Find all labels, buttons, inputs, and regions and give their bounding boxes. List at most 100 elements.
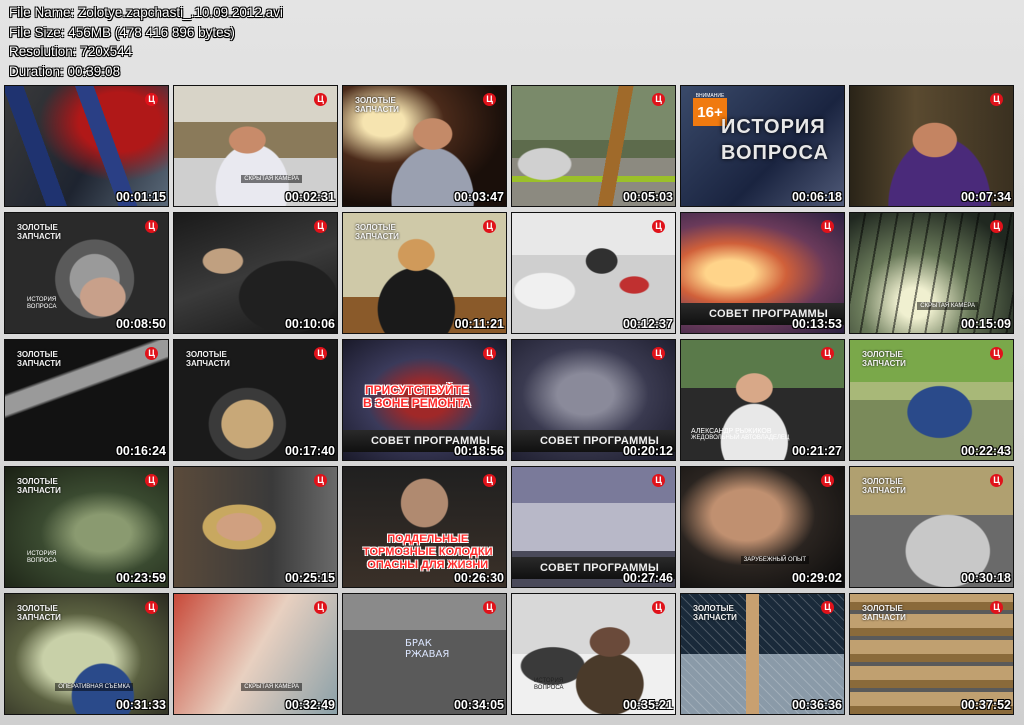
thumbnail[interactable]: Ц ЗОЛОТЫЕ ЗАПЧАСТИ 00:22:43 [849, 339, 1014, 461]
thumbnail[interactable]: Ц ЗОЛОТЫЕ ЗАПЧАСТИ 00:30:18 [849, 466, 1014, 588]
file-info: File Name: Zolotye.zapchasti_.10.09.2012… [9, 3, 283, 81]
timestamp: 00:37:52 [960, 698, 1011, 712]
thumbnail[interactable]: Ц ЗОЛОТЫЕ ЗАПЧАСТИ 00:17:40 [173, 339, 338, 461]
show-logo: ЗОЛОТЫЕ ЗАПЧАСТИ [862, 477, 906, 495]
duration: Duration: 00:39:08 [9, 63, 121, 79]
thumbnail-grid: Ц 00:01:15 Ц СКРЫТАЯ КАМЕРА 00:02:31 Ц З… [4, 85, 1014, 715]
thumbnail[interactable]: Ц 00:25:15 [173, 466, 338, 588]
thumbnail[interactable]: Ц СОВЕТ ПРОГРАММЫ 00:27:46 [511, 466, 676, 588]
thumbnail[interactable]: Ц 00:05:03 [511, 85, 676, 207]
thumbnail[interactable]: Ц СОВЕТ ПРОГРАММЫ 00:20:12 [511, 339, 676, 461]
hidden-camera-caption: СКРЫТАЯ КАМЕРА [917, 302, 978, 310]
show-logo: ЗОЛОТЫЕ ЗАПЧАСТИ [355, 96, 399, 114]
channel-logo-icon: Ц [145, 93, 158, 106]
channel-logo-icon: Ц [483, 220, 496, 233]
thumbnail[interactable]: Ц ЗОЛОТЫЕ ЗАПЧАСТИ 00:03:47 [342, 85, 507, 207]
thumbnail[interactable]: Ц 00:07:34 [849, 85, 1014, 207]
show-logo: ЗОЛОТЫЕ ЗАПЧАСТИ [693, 604, 737, 622]
channel-logo-icon: Ц [483, 93, 496, 106]
show-logo: ЗОЛОТЫЕ ЗАПЧАСТИ [862, 604, 906, 622]
person-role: ЖЕДОВОЛЬНЫЙ АВТОВЛАДЕЛЕЦ [691, 435, 790, 441]
thumbnail[interactable]: Ц 00:01:15 [4, 85, 169, 207]
channel-logo-icon: Ц [652, 220, 665, 233]
timestamp: 00:03:47 [453, 190, 504, 204]
history-title: ИСТОРИЯ ВОПРОСА [721, 116, 829, 164]
channel-logo-icon: Ц [314, 220, 327, 233]
show-logo: ЗОЛОТЫЕ ЗАПЧАСТИ [862, 350, 906, 368]
history-caption: ИСТОРИЯ ВОПРОСА [534, 678, 564, 691]
show-logo: ЗОЛОТЫЕ ЗАПЧАСТИ [355, 223, 399, 241]
channel-logo-icon: Ц [314, 347, 327, 360]
history-caption: ИСТОРИЯ ВОПРОСА [27, 297, 57, 310]
timestamp: 00:26:30 [453, 571, 504, 585]
show-logo: ЗОЛОТЫЕ ЗАПЧАСТИ [17, 223, 61, 241]
timestamp: 00:01:15 [115, 190, 166, 204]
repair-zone-text: ПРИСУТСТВУЙТЕ В ЗОНЕ РЕМОНТА [363, 383, 471, 410]
channel-logo-icon: Ц [821, 474, 834, 487]
thumbnail[interactable]: Ц ЗАРУБЕЖНЫЙ ОПЫТ 00:29:02 [680, 466, 845, 588]
channel-logo-icon: Ц [990, 220, 1003, 233]
channel-logo-icon: Ц [990, 601, 1003, 614]
file-name: File Name: Zolotye.zapchasti_.10.09.2012… [9, 5, 283, 20]
channel-logo-icon: Ц [145, 347, 158, 360]
hidden-camera-caption: СКРЫТАЯ КАМЕРА [241, 683, 302, 691]
thumbnail[interactable]: Ц ИСТОРИЯ ВОПРОСА 00:35:21 [511, 593, 676, 715]
timestamp: 00:35:21 [622, 698, 673, 712]
thumbnail[interactable]: Ц ЗОЛОТЫЕ ЗАПЧАСТИ ОПЕРАТИВНАЯ СЪЕМКА 00… [4, 593, 169, 715]
thumbnail[interactable]: Ц ЗОЛОТЫЕ ЗАПЧАСТИ 00:11:21 [342, 212, 507, 334]
show-logo: ЗОЛОТЫЕ ЗАПЧАСТИ [186, 350, 230, 368]
timestamp: 00:25:15 [284, 571, 335, 585]
timestamp: 00:07:34 [960, 190, 1011, 204]
channel-logo-icon: Ц [483, 601, 496, 614]
thumbnail[interactable]: Ц ЗОЛОТЫЕ ЗАПЧАСТИ ИСТОРИЯ ВОПРОСА 00:23… [4, 466, 169, 588]
thumbnail[interactable]: Ц 00:10:06 [173, 212, 338, 334]
channel-logo-icon: Ц [821, 220, 834, 233]
channel-logo-icon: Ц [145, 220, 158, 233]
thumbnail[interactable]: Ц 00:12:37 [511, 212, 676, 334]
show-logo: ЗОЛОТЫЕ ЗАПЧАСТИ [17, 350, 61, 368]
timestamp: 00:32:49 [284, 698, 335, 712]
thumbnail[interactable]: Ц СКРЫТАЯ КАМЕРА 00:15:09 [849, 212, 1014, 334]
thumbnail[interactable]: Ц ПРИСУТСТВУЙТЕ В ЗОНЕ РЕМОНТА СОВЕТ ПРО… [342, 339, 507, 461]
channel-logo-icon: Ц [821, 347, 834, 360]
timestamp: 00:02:31 [284, 190, 335, 204]
thumbnail[interactable]: Ц АЛЕКСАНДР РЫЖИКОВ ЖЕДОВОЛЬНЫЙ АВТОВЛАД… [680, 339, 845, 461]
foreign-experience-caption: ЗАРУБЕЖНЫЙ ОПЫТ [740, 556, 809, 564]
timestamp: 00:08:50 [115, 317, 166, 331]
thumbnail[interactable]: Ц ЗОЛОТЫЕ ЗАПЧАСТИ ИСТОРИЯ ВОПРОСА 00:08… [4, 212, 169, 334]
timestamp: 00:30:18 [960, 571, 1011, 585]
operative-caption: ОПЕРАТИВНАЯ СЪЕМКА [55, 683, 133, 691]
timestamp: 00:22:43 [960, 444, 1011, 458]
timestamp: 00:31:33 [115, 698, 166, 712]
thumbnail[interactable]: БРАК РЖАВАЯ Ц 00:34:05 [342, 593, 507, 715]
thumbnail[interactable]: Ц ЗОЛОТЫЕ ЗАПЧАСТИ 00:37:52 [849, 593, 1014, 715]
thumbnail[interactable]: Ц СКРЫТАЯ КАМЕРА 00:02:31 [173, 85, 338, 207]
chalk-writing: БРАК РЖАВАЯ [405, 638, 450, 660]
thumbnail[interactable]: Ц ЗОЛОТЫЕ ЗАПЧАСТИ 00:36:36 [680, 593, 845, 715]
file-size: File Size: 456MB (478 416 896 bytes) [9, 24, 235, 40]
timestamp: 00:36:36 [791, 698, 842, 712]
channel-logo-icon: Ц [652, 93, 665, 106]
timestamp: 00:11:21 [454, 317, 504, 331]
timestamp: 00:27:46 [622, 571, 673, 585]
person-name-caption: АЛЕКСАНДР РЫЖИКОВ ЖЕДОВОЛЬНЫЙ АВТОВЛАДЕЛ… [691, 428, 789, 442]
timestamp: 00:29:02 [791, 571, 842, 585]
resolution: Resolution: 720x544 [9, 44, 133, 59]
timestamp: 00:18:56 [453, 444, 504, 458]
channel-logo-icon: Ц [652, 474, 665, 487]
thumbnail[interactable]: Ц СОВЕТ ПРОГРАММЫ 00:13:53 [680, 212, 845, 334]
channel-logo-icon: Ц [314, 601, 327, 614]
timestamp: 00:17:40 [284, 444, 335, 458]
thumbnail[interactable]: ВНИМАНИЕ 16+ ИСТОРИЯ ВОПРОСА 00:06:18 [680, 85, 845, 207]
channel-logo-icon: Ц [990, 347, 1003, 360]
timestamp: 00:23:59 [115, 571, 166, 585]
thumbnail[interactable]: Ц ПОДДЕЛЬНЫЕ ТОРМОЗНЫЕ КОЛОДКИ ОПАСНЫ ДЛ… [342, 466, 507, 588]
channel-logo-icon: Ц [821, 601, 834, 614]
channel-logo-icon: Ц [990, 93, 1003, 106]
channel-logo-icon: Ц [314, 93, 327, 106]
timestamp: 00:12:37 [622, 317, 673, 331]
thumbnail[interactable]: Ц СКРЫТАЯ КАМЕРА 00:32:49 [173, 593, 338, 715]
thumbnail[interactable]: Ц ЗОЛОТЫЕ ЗАПЧАСТИ 00:16:24 [4, 339, 169, 461]
history-caption: ИСТОРИЯ ВОПРОСА [27, 551, 57, 564]
show-logo: ЗОЛОТЫЕ ЗАПЧАСТИ [17, 477, 61, 495]
